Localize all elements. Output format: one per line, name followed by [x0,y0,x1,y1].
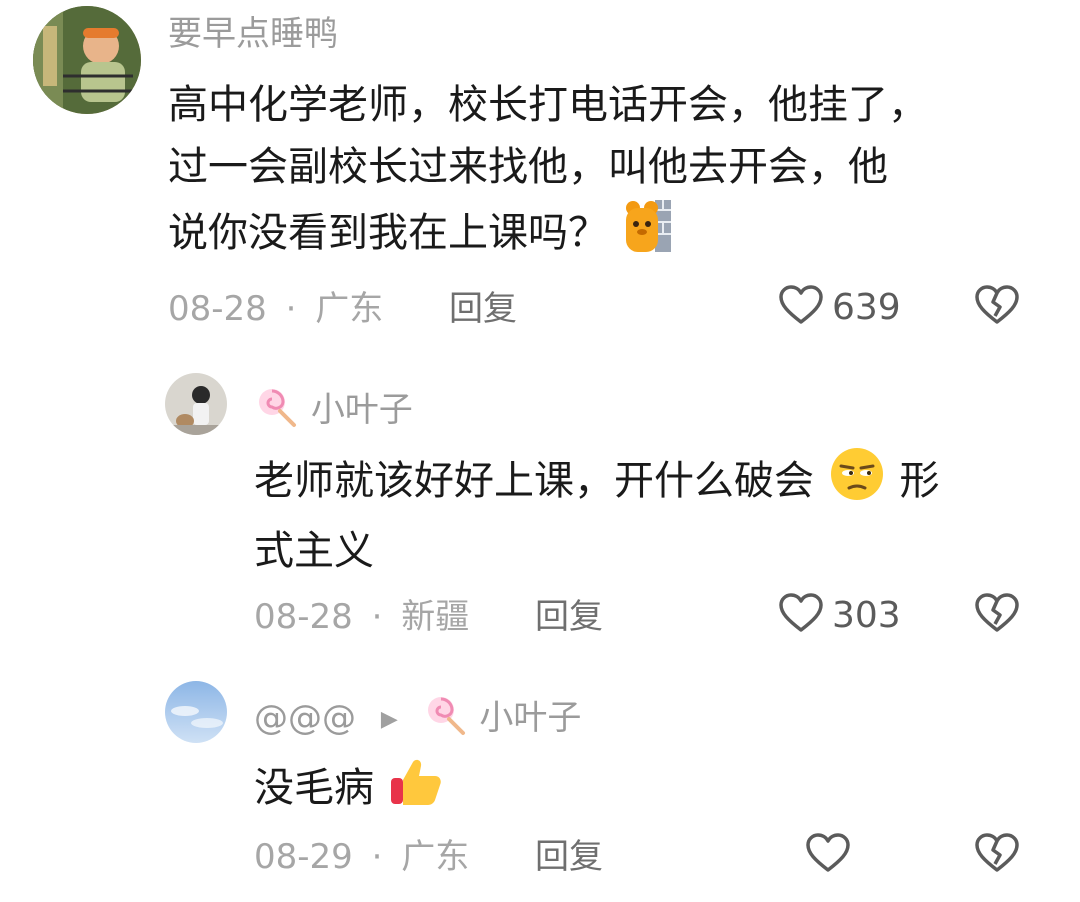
comment-line: 过一会副校长过来找他，叫他去开会，他 [168,144,888,190]
username[interactable]: @@@ ▶ 小叶子 [254,694,581,745]
thumbs-up-emoji [389,754,443,826]
username-text: @@@ [254,698,356,738]
heart-icon [778,592,824,638]
username[interactable]: 要早点睡鸭 [168,14,338,54]
comment-line-text: 说你没看到我在上课吗？ [168,210,608,256]
dislike-button[interactable] [974,284,1020,330]
meta-separator: · [371,837,383,877]
comment-location: 广东 [401,837,470,877]
comment-line: 说你没看到我在上课吗？ [168,198,1048,272]
child-avatar-icon [33,6,141,114]
comment-line-text: 老师就该好好上课，开什么破会 [254,458,814,504]
comment-line: 没毛病 [254,754,1044,826]
like-button[interactable]: 639 [778,284,901,330]
broken-heart-icon [974,833,1020,878]
heart-icon [778,284,824,330]
comment-text: 老师就该好好上课，开什么破会 形 式主义 [254,446,1044,582]
comment-date: 08-29 [254,837,353,877]
lollipop-icon [256,386,298,437]
broken-heart-icon [974,285,1020,330]
bear-peeking-wall-emoji [623,198,673,272]
comment-meta: 08-28 · 新疆 [254,597,469,637]
dislike-button[interactable] [974,832,1020,878]
comment-text: 高中化学老师，校长打电话开会，他挂了， 过一会副校长过来找他，叫他去开会，他 说… [168,74,1048,272]
reply-button[interactable]: 回复 [449,289,517,329]
lollipop-icon [425,694,467,745]
meta-separator: · [285,289,297,329]
comment-line-text: 没毛病 [254,765,374,811]
comment-line: 式主义 [254,528,374,574]
username-text: 小叶子 [310,390,413,430]
like-count: 639 [832,286,901,328]
heart-icon [805,832,851,878]
dislike-button[interactable] [974,592,1020,638]
like-button[interactable]: 303 [778,592,901,638]
reply-to-username[interactable]: 小叶子 [479,698,581,738]
comment-text: 没毛病 [254,754,1044,826]
like-button[interactable] [805,832,851,878]
comment-line: 高中化学老师，校长打电话开会，他挂了， [168,82,928,128]
reply-arrow-icon: ▶ [380,706,398,732]
reply-button[interactable]: 回复 [535,597,603,637]
unamused-face-emoji [829,446,885,520]
comment-date: 08-28 [168,289,267,329]
reply-button[interactable]: 回复 [535,837,603,877]
avatar[interactable] [165,681,227,743]
sky-avatar-icon [165,681,227,743]
avatar[interactable] [33,6,141,114]
comment-meta: 08-28 · 广东 [168,289,383,329]
comment-date: 08-28 [254,597,353,637]
avatar[interactable] [165,373,227,435]
comment-line-tail: 形 [899,458,940,504]
broken-heart-icon [974,593,1020,638]
username[interactable]: 小叶子 [254,386,413,437]
like-count: 303 [832,594,901,636]
woman-with-dog-avatar-icon [165,373,227,435]
meta-separator: · [371,597,383,637]
comment-line: 老师就该好好上课，开什么破会 形 [254,446,1044,520]
comment-location: 新疆 [401,597,470,637]
comment-meta: 08-29 · 广东 [254,837,469,877]
comment-location: 广东 [315,289,384,329]
